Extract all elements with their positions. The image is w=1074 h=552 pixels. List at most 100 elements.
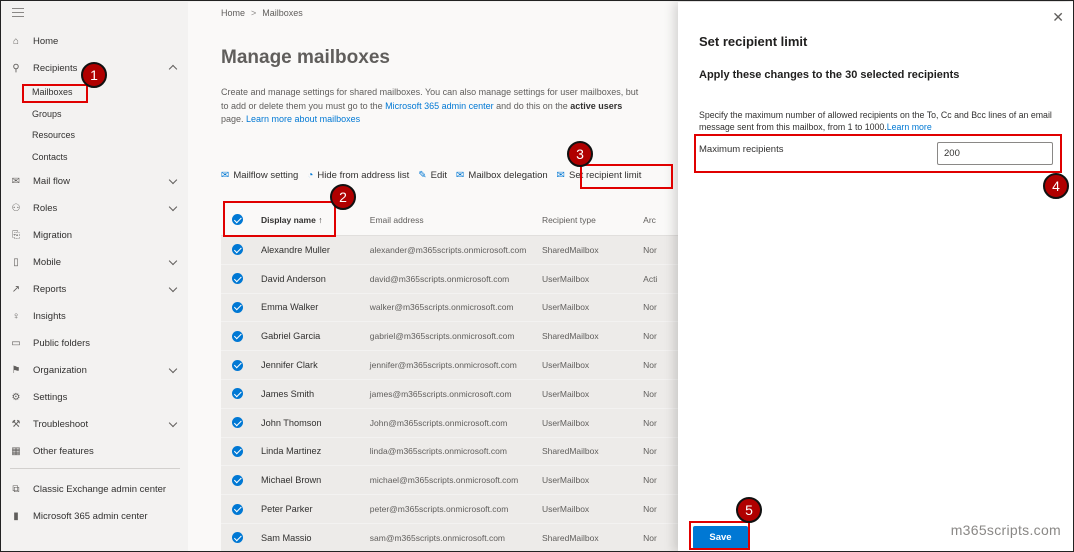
- wrench-icon: ⚒: [11, 418, 21, 430]
- edit-button[interactable]: ✎ Edit: [418, 170, 447, 181]
- panel-description: Specify the maximum number of allowed re…: [699, 109, 1059, 133]
- sidebar-item-label: Classic Exchange admin center: [33, 483, 167, 495]
- sidebar-item-troubleshoot[interactable]: ⚒ Troubleshoot: [2, 412, 188, 436]
- sidebar-item-label: Settings: [33, 391, 68, 403]
- table-row[interactable]: John Thomson John@m365scripts.onmicrosoft…: [221, 408, 681, 438]
- sidebar-subitem-contacts[interactable]: Contacts: [32, 148, 68, 166]
- cell-name: Michael Brown: [261, 475, 322, 486]
- row-checkbox[interactable]: [232, 388, 243, 400]
- cell-archive: Nor: [643, 388, 657, 399]
- highlight-set-recipient-limit: [580, 164, 673, 189]
- table-row[interactable]: Jennifer Clark jennifer@m365scripts.onmic…: [221, 351, 681, 380]
- cell-type: UserMailbox: [541, 417, 590, 428]
- breadcrumb-home[interactable]: Home: [221, 8, 245, 18]
- sidebar-link-m365-admin[interactable]: ▮ Microsoft 365 admin center: [2, 504, 188, 528]
- cell-type: UserMailbox: [541, 302, 590, 313]
- set-recipient-limit-panel: ✕ Set recipient limit Apply these change…: [678, 2, 1073, 551]
- table-row[interactable]: Peter Parker peter@m365scripts.onmicrosof…: [221, 495, 681, 524]
- cell-email: sam@m365scripts.onmicrosoft.com: [369, 532, 506, 543]
- cell-archive: Acti: [643, 273, 658, 284]
- sidebar-item-mail-flow[interactable]: ✉ Mail flow: [2, 169, 188, 193]
- step-badge-4: 4: [1043, 173, 1069, 199]
- cell-email: michael@m365scripts.onmicrosoft.com: [369, 475, 519, 486]
- row-checkbox[interactable]: [232, 474, 243, 486]
- cell-archive: Nor: [643, 475, 657, 486]
- cell-archive: Nor: [643, 446, 657, 457]
- sidebar-link-classic-exchange[interactable]: ⧉ Classic Exchange admin center: [2, 477, 188, 501]
- table-row[interactable]: Michael Brown michael@m365scripts.onmicro…: [221, 466, 681, 496]
- mail-icon: ✉: [456, 169, 465, 181]
- cell-email: John@m365scripts.onmicrosoft.com: [369, 417, 508, 428]
- folder-icon: ▭: [11, 337, 21, 349]
- button-label: Hide from address list: [317, 169, 410, 181]
- row-checkbox[interactable]: [232, 503, 243, 515]
- lightbulb-icon: ♀: [12, 310, 20, 322]
- step-badge-2: 2: [330, 184, 356, 210]
- row-checkbox[interactable]: [232, 359, 243, 371]
- close-icon[interactable]: ✕: [1052, 10, 1064, 24]
- step-badge-1: 1: [81, 62, 107, 88]
- sidebar-item-other-features[interactable]: ▦ Other features: [2, 439, 188, 463]
- cell-email: gabriel@m365scripts.onmicrosoft.com: [369, 331, 515, 342]
- chevron-down-icon: [168, 202, 178, 212]
- chevron-down-icon: [168, 418, 178, 428]
- mail-settings-icon: ✉: [221, 169, 230, 181]
- cell-name: David Anderson: [261, 273, 326, 284]
- sidebar-item-public-folders[interactable]: ▭ Public folders: [2, 331, 188, 355]
- mail-limit-icon: ✉: [556, 169, 566, 181]
- row-checkbox[interactable]: [232, 244, 243, 256]
- cell-email: walker@m365scripts.onmicrosoft.com: [369, 302, 514, 313]
- row-checkbox[interactable]: [232, 330, 243, 342]
- breadcrumb-separator: >: [251, 8, 257, 18]
- cell-email: alexander@m365scripts.onmicrosoft.com: [369, 244, 527, 255]
- table-row[interactable]: Gabriel Garcia gabriel@m365scripts.onmicr…: [221, 322, 681, 352]
- sidebar-subitem-resources[interactable]: Resources: [32, 126, 75, 144]
- sidebar-item-migration[interactable]: ⎘ Migration: [2, 223, 188, 247]
- sidebar-item-home[interactable]: ⌂ Home: [2, 29, 188, 53]
- sidebar-item-settings[interactable]: ⚙ Settings: [2, 385, 188, 409]
- highlight-display-name: [223, 201, 336, 237]
- row-checkbox[interactable]: [232, 532, 243, 544]
- cell-type: SharedMailbox: [541, 446, 599, 457]
- cell-archive: Nor: [643, 417, 657, 428]
- column-header-recipient-type[interactable]: Recipient type: [542, 215, 643, 225]
- learn-more-link[interactable]: Learn more: [887, 122, 932, 132]
- mailbox-delegation-button[interactable]: ✉ Mailbox delegation: [456, 170, 548, 181]
- cell-archive: Nor: [643, 244, 657, 255]
- mail-icon: ✉: [11, 175, 21, 187]
- mailflow-setting-button[interactable]: ✉ Mailflow setting: [221, 170, 298, 181]
- chevron-down-icon: [168, 283, 178, 293]
- hide-from-address-list-button[interactable]: ◔ Hide from address list: [307, 170, 409, 181]
- sidebar-subitem-groups[interactable]: Groups: [32, 105, 62, 123]
- sidebar-item-reports[interactable]: ↗ Reports: [2, 277, 188, 301]
- sidebar-item-label: Contacts: [32, 152, 68, 162]
- table-row[interactable]: Sam Massio sam@m365scripts.onmicrosoft.co…: [221, 523, 681, 551]
- row-checkbox[interactable]: [232, 273, 243, 285]
- sidebar-item-mobile[interactable]: ▯ Mobile: [2, 250, 188, 274]
- table-row[interactable]: Alexandre Muller alexander@m365scripts.on…: [221, 236, 681, 265]
- cell-email: david@m365scripts.onmicrosoft.com: [369, 273, 510, 284]
- row-checkbox[interactable]: [232, 301, 243, 313]
- column-header-archive[interactable]: Arc: [643, 215, 681, 225]
- table-row[interactable]: David Anderson david@m365scripts.onmicros…: [221, 264, 681, 294]
- cell-archive: Nor: [643, 360, 657, 371]
- hamburger-menu-icon[interactable]: [12, 8, 24, 17]
- table-row[interactable]: Emma Walker walker@m365scripts.onmicrosof…: [221, 293, 681, 323]
- row-checkbox[interactable]: [232, 445, 243, 457]
- column-header-email[interactable]: Email address: [370, 215, 542, 225]
- row-checkbox[interactable]: [232, 417, 243, 429]
- highlight-mailboxes: [22, 84, 88, 103]
- page-description: Create and manage settings for shared ma…: [221, 86, 641, 127]
- breadcrumb: Home > Mailboxes: [221, 8, 303, 18]
- sidebar-item-label: Home: [33, 35, 59, 47]
- sidebar-item-insights[interactable]: ♀ Insights: [2, 304, 188, 328]
- desc-text: page.: [221, 114, 247, 124]
- learn-more-mailboxes-link[interactable]: Learn more about mailboxes: [246, 114, 360, 124]
- table-row[interactable]: Linda Martinez linda@m365scripts.onmicros…: [221, 437, 681, 467]
- cell-email: peter@m365scripts.onmicrosoft.com: [369, 504, 509, 515]
- m365-admin-link[interactable]: Microsoft 365 admin center: [385, 101, 494, 111]
- table-row[interactable]: James Smith james@m365scripts.onmicrosoft…: [221, 379, 681, 409]
- cell-email: james@m365scripts.onmicrosoft.com: [369, 388, 512, 399]
- sidebar-item-organization[interactable]: ⚑ Organization: [2, 358, 188, 382]
- sidebar-item-roles[interactable]: ⚇ Roles: [2, 196, 188, 220]
